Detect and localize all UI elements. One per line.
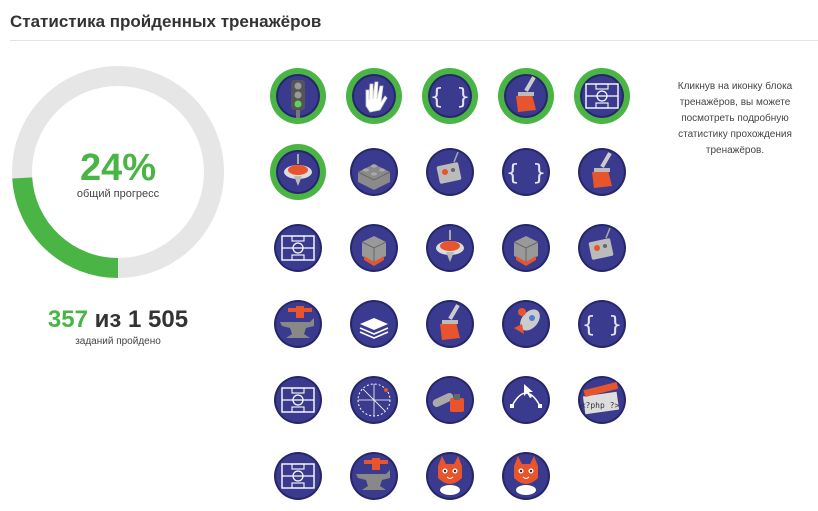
trainer-grid: { } { } { } <?php ?> xyxy=(268,66,638,502)
trainer-block-28[interactable] xyxy=(420,446,480,506)
svg-text:{ }: { } xyxy=(582,313,622,338)
trainer-block-29[interactable] xyxy=(496,446,556,506)
trainer-block-17[interactable] xyxy=(344,294,404,354)
vector-path-icon xyxy=(502,376,550,424)
svg-text:<?php ?>: <?php ?> xyxy=(581,401,620,410)
trainer-block-26[interactable] xyxy=(268,446,328,506)
spinning-top-icon xyxy=(426,224,474,272)
trainer-block-14[interactable] xyxy=(496,218,556,278)
trainer-block-7[interactable] xyxy=(344,142,404,202)
tasks-summary: 357 из 1 505 заданий пройдено xyxy=(10,306,226,347)
anvil-icon xyxy=(350,452,398,500)
trainer-block-13[interactable] xyxy=(420,218,480,278)
football-field-icon xyxy=(574,68,630,124)
robot-box-icon xyxy=(426,148,474,196)
paint-brush-icon xyxy=(578,148,626,196)
lego-brick-icon xyxy=(350,148,398,196)
tasks-separator: из xyxy=(94,306,122,333)
trainer-block-20[interactable]: { } xyxy=(572,294,632,354)
progress-caption: общий прогресс xyxy=(76,188,160,200)
tasks-total-count: 1 505 xyxy=(128,306,189,333)
hand-icon xyxy=(346,68,402,124)
trainer-block-11[interactable] xyxy=(268,218,328,278)
trainer-block-19[interactable] xyxy=(496,294,556,354)
curly-braces-icon: { } xyxy=(502,148,550,196)
cat-icon xyxy=(502,452,550,500)
trainer-block-25[interactable]: <?php ?> xyxy=(572,370,632,430)
rubiks-cube-icon xyxy=(350,224,398,272)
page-title: Статистика пройденных тренажёров xyxy=(10,12,322,31)
curly-braces-icon: { } xyxy=(578,300,626,348)
rubiks-cube-icon xyxy=(502,224,550,272)
robot-box-icon xyxy=(578,224,626,272)
trainer-block-15[interactable] xyxy=(572,218,632,278)
football-field-icon xyxy=(274,452,322,500)
traffic-light-icon xyxy=(270,68,326,124)
paint-brush-icon xyxy=(498,68,554,124)
progress-percent: 24% xyxy=(79,147,157,189)
trainer-block-16[interactable] xyxy=(268,294,328,354)
svg-text:{ }: { } xyxy=(430,85,470,110)
progress-center: 24% общий прогресс xyxy=(10,148,226,200)
trainer-block-4[interactable] xyxy=(496,66,556,126)
cat-icon xyxy=(426,452,474,500)
trainer-block-27[interactable] xyxy=(344,446,404,506)
anvil-icon xyxy=(274,300,322,348)
tasks-caption: заданий пройдено xyxy=(75,336,161,347)
trainer-block-5[interactable] xyxy=(572,66,632,126)
trainer-block-23[interactable] xyxy=(420,370,480,430)
trainer-block-3[interactable]: { } xyxy=(420,66,480,126)
trainer-block-1[interactable] xyxy=(268,66,328,126)
layers-stack-icon xyxy=(350,300,398,348)
curly-braces-icon: { } xyxy=(422,68,478,124)
rocket-icon xyxy=(502,300,550,348)
trainer-block-8[interactable] xyxy=(420,142,480,202)
football-field-icon xyxy=(274,224,322,272)
geometry-circle-icon xyxy=(350,376,398,424)
svg-text:{ }: { } xyxy=(506,161,546,186)
trainer-block-18[interactable] xyxy=(420,294,480,354)
paint-brush-icon xyxy=(426,300,474,348)
spinning-top-icon xyxy=(270,144,326,200)
tasks-done-count: 357 xyxy=(47,306,88,333)
trainer-block-21[interactable] xyxy=(268,370,328,430)
help-text: Кликнув на иконку блока тренажёров, вы м… xyxy=(677,81,793,156)
trainer-block-6[interactable] xyxy=(268,142,328,202)
football-field-icon xyxy=(274,376,322,424)
trainer-block-24[interactable] xyxy=(496,370,556,430)
trainer-block-2[interactable] xyxy=(344,66,404,126)
php-clapperboard-icon: <?php ?> xyxy=(578,376,626,424)
trainer-block-9[interactable]: { } xyxy=(496,142,556,202)
trainer-block-22[interactable] xyxy=(344,370,404,430)
title-divider xyxy=(10,40,818,41)
trainer-block-12[interactable] xyxy=(344,218,404,278)
trainer-block-10[interactable] xyxy=(572,142,632,202)
chainsaw-icon xyxy=(426,376,474,424)
